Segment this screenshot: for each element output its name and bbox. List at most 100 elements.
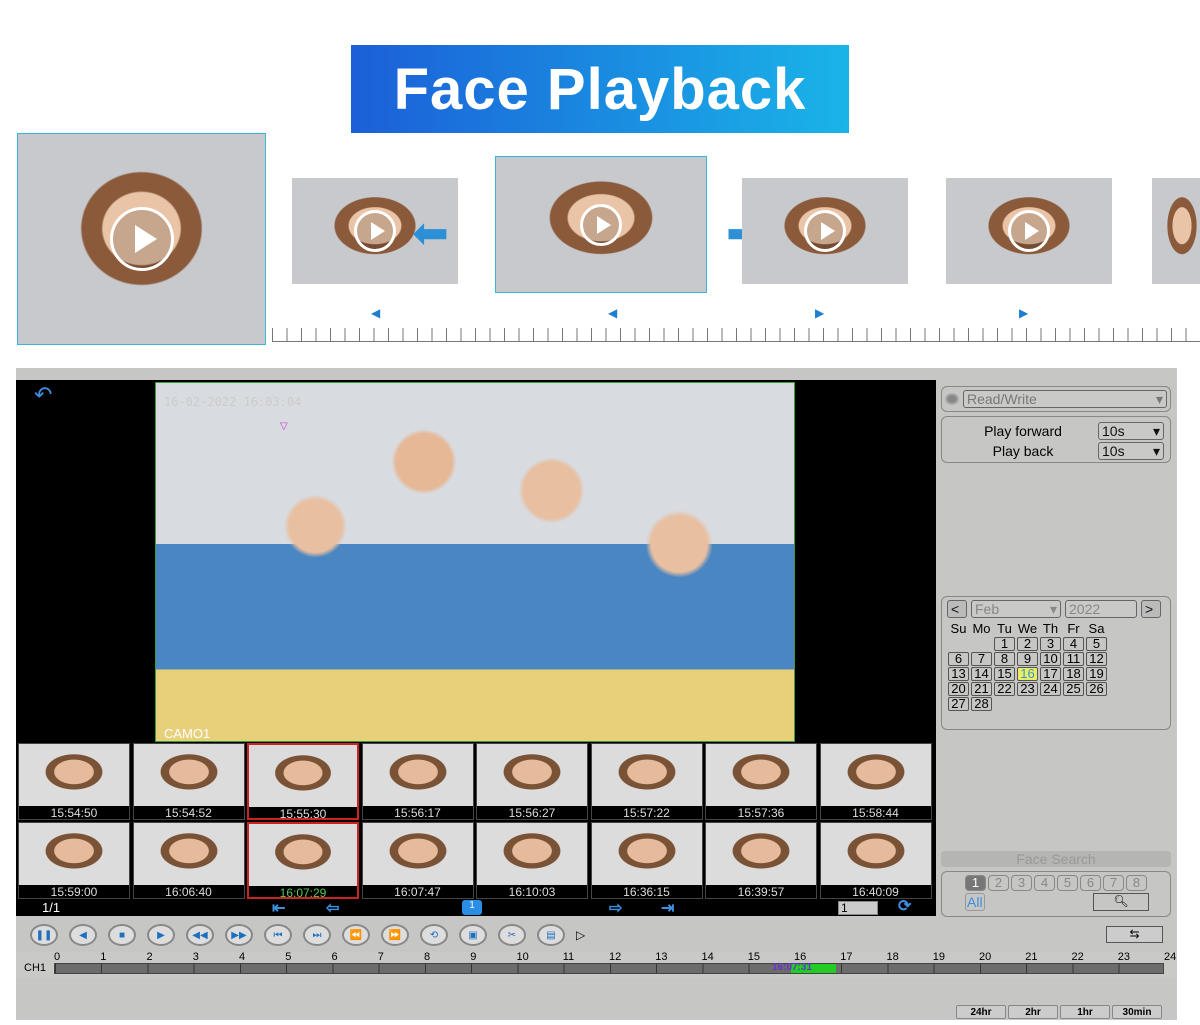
- calendar-day[interactable]: 19: [1086, 667, 1107, 681]
- prev-page-icon[interactable]: ⇦: [326, 898, 339, 918]
- sync-button[interactable]: ⇆: [1106, 926, 1163, 943]
- calendar-day[interactable]: 14: [971, 667, 992, 681]
- next-file-button[interactable]: ⏩: [381, 924, 409, 946]
- channel-button[interactable]: 1: [965, 875, 986, 891]
- first-page-icon[interactable]: ⇤: [272, 898, 285, 918]
- calendar-day[interactable]: 20: [948, 682, 969, 696]
- play-reverse-button[interactable]: ◀: [69, 924, 97, 946]
- pause-button[interactable]: ❚❚: [30, 924, 58, 946]
- channel-button[interactable]: 7: [1103, 875, 1124, 891]
- calendar-day[interactable]: 13: [948, 667, 969, 681]
- stop-button[interactable]: ■: [108, 924, 136, 946]
- prev-month-button[interactable]: <: [947, 600, 967, 618]
- play-button[interactable]: ▶: [147, 924, 175, 946]
- fast-backward-button[interactable]: ◀◀: [186, 924, 214, 946]
- calendar-day[interactable]: 1: [994, 637, 1015, 651]
- face-clip-6[interactable]: [1152, 178, 1200, 284]
- play-back-select[interactable]: 10s ▾: [1098, 442, 1164, 460]
- calendar-day[interactable]: 16: [1017, 667, 1038, 681]
- play-icon[interactable]: [580, 203, 622, 246]
- clip-button[interactable]: ✂: [498, 924, 526, 946]
- calendar-day[interactable]: 4: [1063, 637, 1084, 651]
- fast-forward-button[interactable]: ▶▶: [225, 924, 253, 946]
- channel-button[interactable]: 4: [1034, 875, 1055, 891]
- calendar-day[interactable]: 25: [1063, 682, 1084, 696]
- expand-icon[interactable]: ▷: [576, 928, 585, 942]
- face-thumbnail[interactable]: 16:36:15: [590, 822, 703, 899]
- calendar-day[interactable]: 15: [994, 667, 1015, 681]
- calendar-day[interactable]: 6: [948, 652, 969, 666]
- calendar-day[interactable]: 12: [1086, 652, 1107, 666]
- calendar-day[interactable]: 23: [1017, 682, 1038, 696]
- go-icon[interactable]: ⟳: [898, 896, 911, 916]
- zoom-24hr-button[interactable]: 24hr: [956, 1005, 1006, 1019]
- play-icon[interactable]: [354, 210, 396, 252]
- all-channels-button[interactable]: All: [965, 893, 985, 911]
- search-button[interactable]: 🔍︎: [1093, 893, 1149, 911]
- face-thumbnail[interactable]: 15:54:52: [132, 743, 245, 820]
- current-page-badge[interactable]: 1: [462, 900, 482, 915]
- face-thumbnail[interactable]: 15:56:17: [361, 743, 474, 820]
- face-clip-5[interactable]: [946, 178, 1112, 284]
- face-thumbnail[interactable]: 15:58:44: [819, 743, 932, 820]
- previous-file-button[interactable]: ⏪: [342, 924, 370, 946]
- mode-select[interactable]: Read/Write ▾: [963, 390, 1167, 408]
- channel-button[interactable]: 3: [1011, 875, 1032, 891]
- play-icon[interactable]: [1008, 210, 1050, 252]
- timeline-bar[interactable]: 16:07:31: [54, 963, 1164, 974]
- radio-icon[interactable]: [945, 393, 959, 405]
- face-thumbnail[interactable]: 16:06:40: [132, 822, 245, 899]
- calendar-day[interactable]: 7: [971, 652, 992, 666]
- calendar-day[interactable]: 27: [948, 697, 969, 711]
- face-clip-3[interactable]: [495, 156, 707, 293]
- face-thumbnail[interactable]: 15:57:22: [590, 743, 703, 820]
- page-input[interactable]: 1: [838, 901, 878, 915]
- channel-button[interactable]: 6: [1080, 875, 1101, 891]
- face-thumbnail[interactable]: 16:10:03: [476, 822, 588, 899]
- save-button[interactable]: ▤: [537, 924, 565, 946]
- face-thumbnail[interactable]: 16:39:57: [705, 822, 817, 899]
- face-thumbnail[interactable]: 16:40:09: [819, 822, 932, 899]
- face-thumbnail[interactable]: 16:07:29: [247, 822, 359, 900]
- calendar-day[interactable]: 24: [1040, 682, 1061, 696]
- play-forward-select[interactable]: 10s ▾: [1098, 422, 1164, 440]
- face-thumbnail[interactable]: 16:07:47: [361, 822, 474, 899]
- calendar-day[interactable]: 28: [971, 697, 992, 711]
- calendar-day[interactable]: 3: [1040, 637, 1061, 651]
- zoom-30min-button[interactable]: 30min: [1112, 1005, 1162, 1019]
- play-icon[interactable]: [804, 210, 846, 252]
- calendar-day[interactable]: 22: [994, 682, 1015, 696]
- window-button[interactable]: ▣: [459, 924, 487, 946]
- zoom-2hr-button[interactable]: 2hr: [1008, 1005, 1058, 1019]
- calendar-day[interactable]: 8: [994, 652, 1015, 666]
- calendar-day[interactable]: 9: [1017, 652, 1038, 666]
- loop-button[interactable]: ⟲: [420, 924, 448, 946]
- next-frame-button[interactable]: ⏭: [303, 924, 331, 946]
- calendar-day[interactable]: 2: [1017, 637, 1038, 651]
- zoom-1hr-button[interactable]: 1hr: [1060, 1005, 1110, 1019]
- face-thumbnail[interactable]: 15:56:27: [476, 743, 588, 820]
- channel-button[interactable]: 5: [1057, 875, 1078, 891]
- face-thumbnail[interactable]: 15:55:30: [247, 743, 359, 821]
- last-page-icon[interactable]: ⇥: [661, 898, 674, 918]
- calendar-day[interactable]: 18: [1063, 667, 1084, 681]
- calendar-day[interactable]: 11: [1063, 652, 1084, 666]
- next-page-icon[interactable]: ⇨: [609, 898, 622, 918]
- calendar-day[interactable]: 26: [1086, 682, 1107, 696]
- back-arrow-icon[interactable]: ↶: [34, 382, 52, 408]
- face-thumbnail[interactable]: 15:57:36: [705, 743, 817, 820]
- face-thumbnail[interactable]: 15:54:50: [18, 743, 130, 820]
- channel-button[interactable]: 8: [1126, 875, 1147, 891]
- year-field[interactable]: 2022: [1065, 600, 1137, 618]
- play-icon[interactable]: [109, 207, 174, 271]
- month-select[interactable]: Feb ▾: [971, 600, 1061, 618]
- channel-button[interactable]: 2: [988, 875, 1009, 891]
- video-frame[interactable]: 16-02-2022 16:03:04 ▽ CAMO1: [155, 382, 795, 742]
- calendar-day[interactable]: 10: [1040, 652, 1061, 666]
- face-thumbnail[interactable]: 15:59:00: [18, 822, 130, 899]
- face-clip-4[interactable]: [742, 178, 908, 284]
- calendar-day[interactable]: 21: [971, 682, 992, 696]
- previous-frame-button[interactable]: ⏮: [264, 924, 292, 946]
- face-clip-1[interactable]: [17, 133, 266, 345]
- next-month-button[interactable]: >: [1141, 600, 1161, 618]
